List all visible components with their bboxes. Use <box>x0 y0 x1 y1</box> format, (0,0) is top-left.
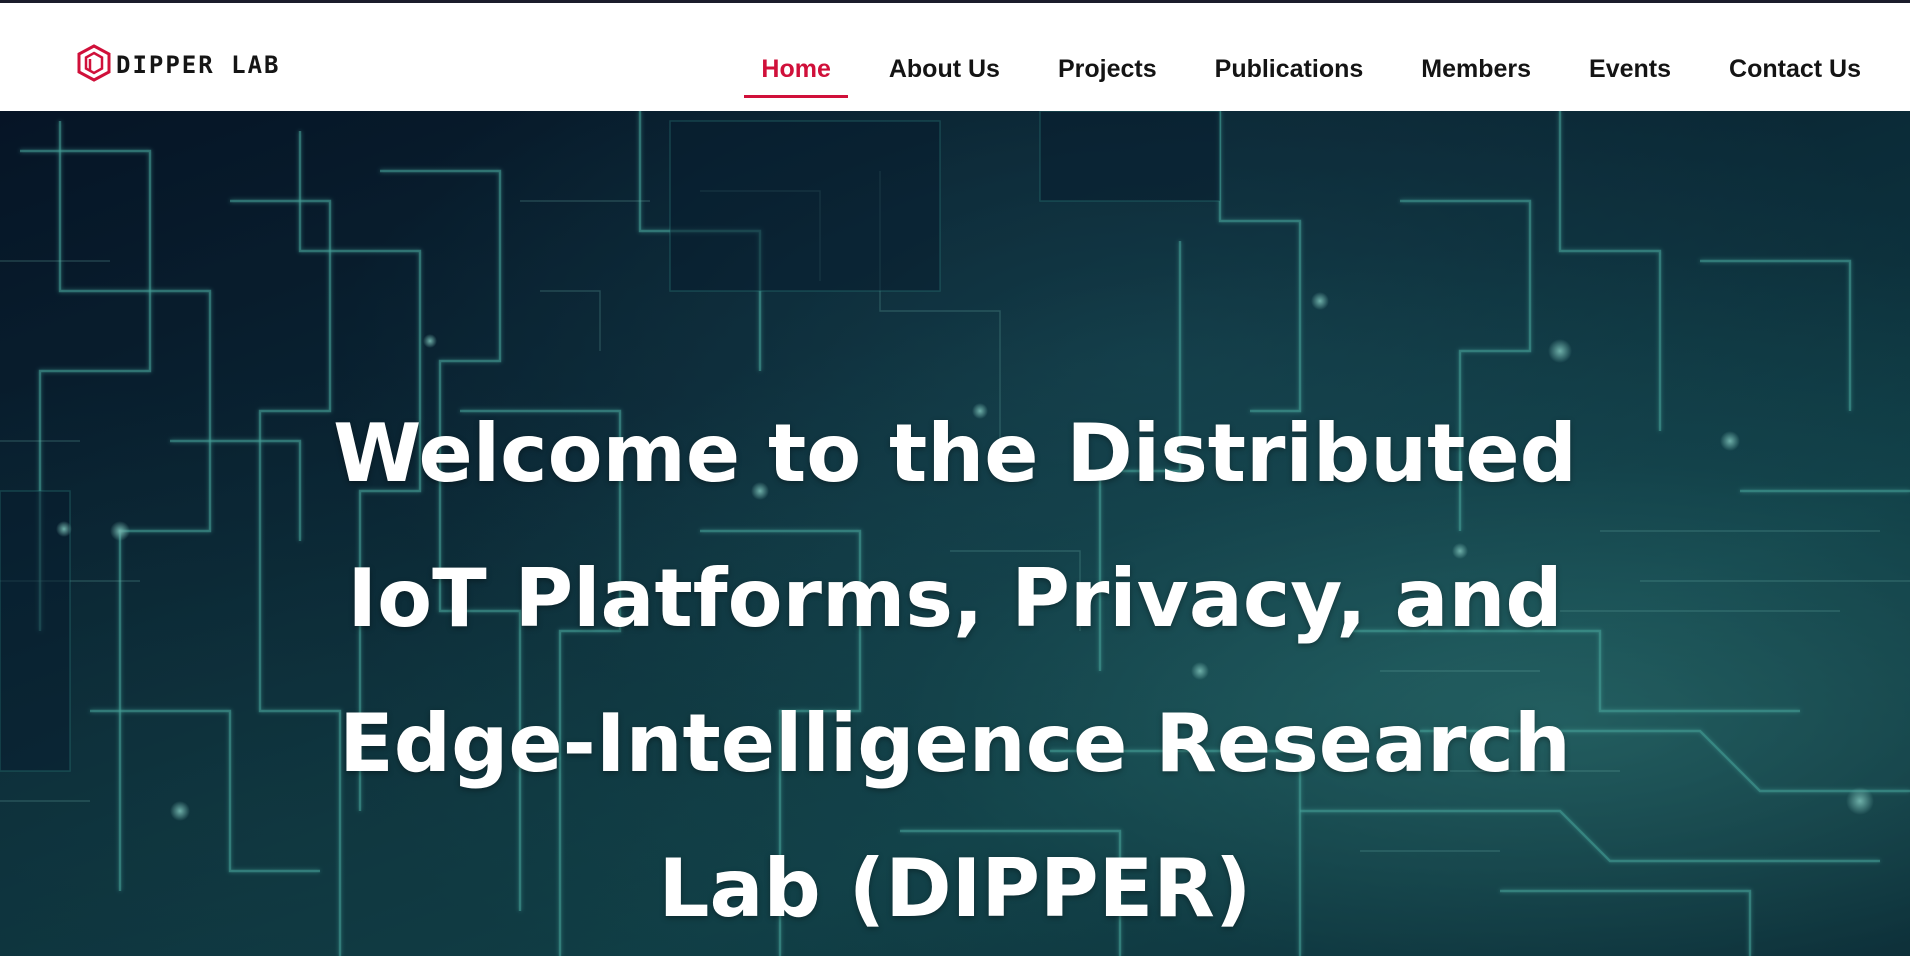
hero-title: Welcome to the Distributed IoT Platforms… <box>333 407 1577 935</box>
site-logo[interactable]: DIPPER LAB <box>76 43 281 87</box>
logo-text: DIPPER LAB <box>116 51 281 79</box>
nav-about-us[interactable]: About Us <box>872 49 1017 98</box>
hero-banner: Welcome to the Distributed IoT Platforms… <box>0 111 1910 956</box>
site-header: DIPPER LAB Home About Us Projects Public… <box>0 3 1910 111</box>
hexagon-logo-icon <box>76 43 112 87</box>
main-nav: Home About Us Projects Publications Memb… <box>720 49 1878 98</box>
nav-projects[interactable]: Projects <box>1041 49 1174 98</box>
nav-members[interactable]: Members <box>1404 49 1548 98</box>
nav-publications[interactable]: Publications <box>1198 49 1381 98</box>
nav-home[interactable]: Home <box>744 49 849 98</box>
nav-events[interactable]: Events <box>1572 49 1688 98</box>
nav-contact-us[interactable]: Contact Us <box>1712 49 1878 98</box>
